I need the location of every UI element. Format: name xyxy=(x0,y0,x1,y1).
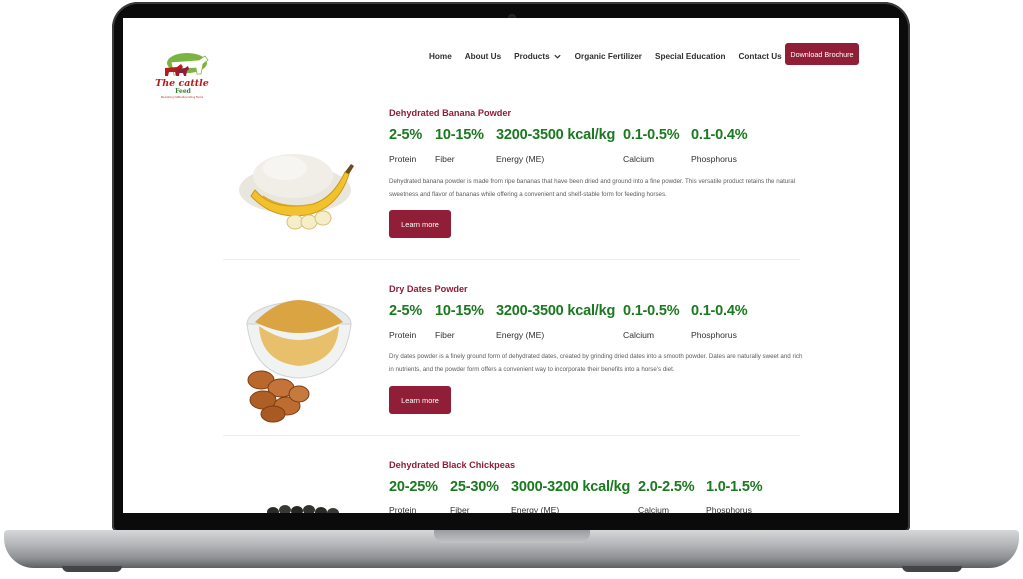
phosphorus-label: Phosphorus xyxy=(706,505,752,513)
protein-label: Protein xyxy=(389,154,417,164)
fiber-label: Fiber xyxy=(435,154,455,164)
fiber-value: 25-30% xyxy=(450,479,499,495)
logo-subtext: Feed xyxy=(175,88,192,95)
nav-home[interactable]: Home xyxy=(429,52,452,61)
energy-value: 3000-3200 kcal/kg xyxy=(511,479,631,495)
laptop-mockup: The cattle Feed Nourishing Cattle Nouris… xyxy=(0,0,1023,579)
nav-about-us[interactable]: About Us xyxy=(465,52,501,61)
calcium-label: Calcium xyxy=(623,330,655,340)
banana-powder-image xyxy=(239,154,354,230)
product-description: Dehydrated banana powder is made from ri… xyxy=(389,178,796,198)
protein-value: 2-5% xyxy=(389,303,423,319)
phosphorus-label: Phosphorus xyxy=(691,154,737,164)
nav-contact-us[interactable]: Contact Us xyxy=(739,52,782,61)
laptop-foot-right xyxy=(902,566,962,572)
energy-value: 3200-3500 kcal/kg xyxy=(496,127,616,143)
section-divider xyxy=(223,259,800,260)
fiber-value: 10-15% xyxy=(435,127,484,143)
nav-products-label: Products xyxy=(514,51,550,61)
energy-label: Energy (ME) xyxy=(496,154,545,164)
phosphorus-label: Phosphorus xyxy=(691,330,737,340)
calcium-value: 0.1-0.5% xyxy=(623,127,680,143)
calcium-label: Calcium xyxy=(638,505,670,513)
calcium-value: 0.1-0.5% xyxy=(623,303,680,319)
energy-label: Energy (ME) xyxy=(496,330,545,340)
nav-special-education[interactable]: Special Education xyxy=(655,52,726,61)
protein-label: Protein xyxy=(389,330,417,340)
fiber-label: Fiber xyxy=(450,505,470,513)
product-description: Dry dates powder is a finely ground form… xyxy=(389,353,803,373)
download-brochure-button[interactable]: Download Brochure xyxy=(785,43,859,65)
dates-powder-image xyxy=(246,300,352,423)
main-nav: Home About Us Products Organic Fertilize… xyxy=(429,49,782,63)
product-title: Dehydrated Banana Powder xyxy=(389,108,512,118)
energy-label: Energy (ME) xyxy=(511,505,560,513)
cattle-feed-logo[interactable]: The cattle Feed Nourishing Cattle Nouris… xyxy=(151,48,213,100)
laptop-foot-left xyxy=(62,566,122,572)
phosphorus-value: 1.0-1.5% xyxy=(706,479,763,495)
laptop-notch xyxy=(434,530,590,543)
chickpeas-image xyxy=(267,505,339,513)
chevron-down-icon xyxy=(554,54,561,59)
phosphorus-value: 0.1-0.4% xyxy=(691,127,748,143)
fiber-value: 10-15% xyxy=(435,303,484,319)
product-title: Dry Dates Powder xyxy=(389,284,468,294)
protein-value: 2-5% xyxy=(389,127,423,143)
section-divider xyxy=(223,435,800,436)
learn-more-button[interactable]: Learn more xyxy=(389,386,451,414)
learn-more-button[interactable]: Learn more xyxy=(389,210,451,238)
product-title: Dehydrated Black Chickpeas xyxy=(389,460,516,470)
protein-value: 20-25% xyxy=(389,479,438,495)
browser-viewport[interactable]: The cattle Feed Nourishing Cattle Nouris… xyxy=(123,18,899,513)
calcium-label: Calcium xyxy=(623,154,655,164)
phosphorus-value: 0.1-0.4% xyxy=(691,303,748,319)
calcium-value: 2.0-2.5% xyxy=(638,479,695,495)
logo-tagline: Nourishing Cattle Nourishing Farms xyxy=(161,96,204,99)
nav-products[interactable]: Products xyxy=(514,52,562,61)
fiber-label: Fiber xyxy=(435,330,455,340)
energy-value: 3200-3500 kcal/kg xyxy=(496,303,616,319)
nav-organic-fertilizer[interactable]: Organic Fertilizer xyxy=(575,52,642,61)
protein-label: Protein xyxy=(389,505,417,513)
